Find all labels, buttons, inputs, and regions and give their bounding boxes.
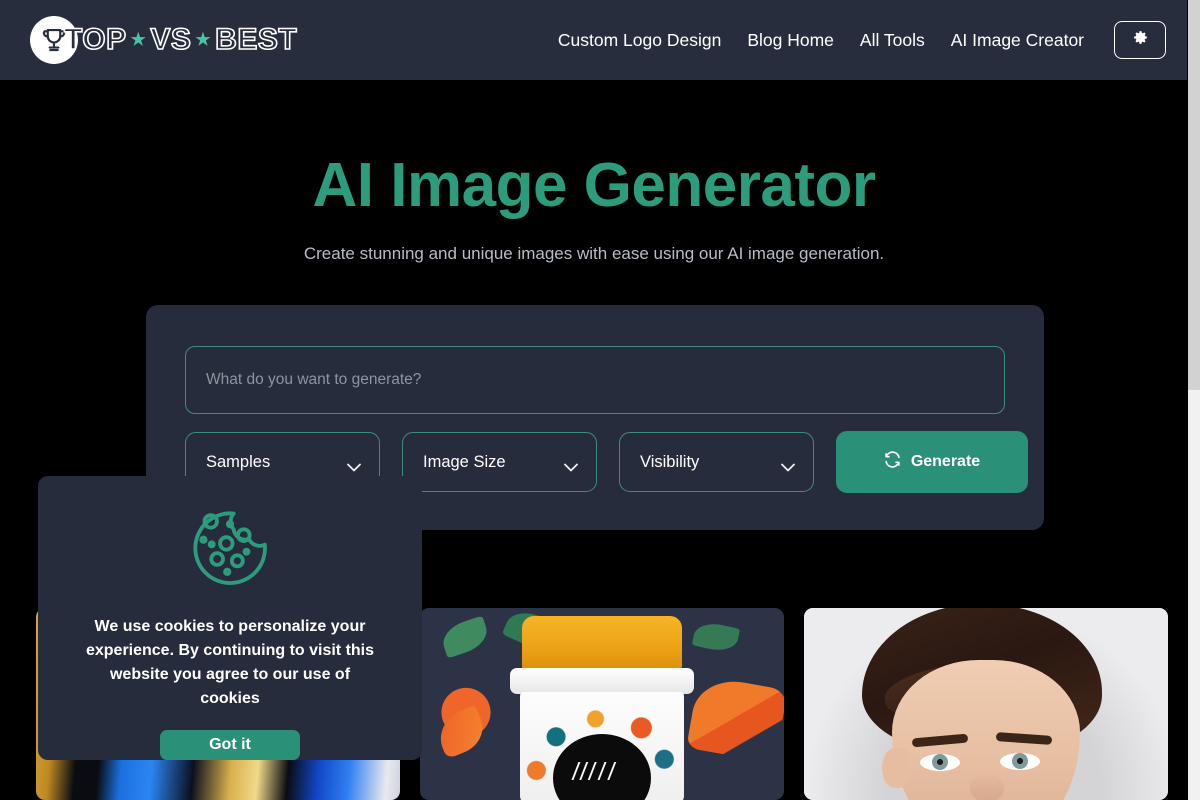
cup-lid	[522, 616, 682, 672]
nav-item-custom-logo-design[interactable]: Custom Logo Design	[558, 30, 721, 51]
prompt-input[interactable]	[185, 346, 1005, 414]
gear-icon	[1131, 28, 1150, 52]
page-subtitle: Create stunning and unique images with e…	[303, 244, 885, 263]
gallery-item[interactable]	[420, 608, 784, 800]
nav-item-blog-home[interactable]: Blog Home	[747, 30, 834, 51]
decorative-leaf	[438, 615, 492, 659]
gallery-item[interactable]	[804, 608, 1168, 800]
cookie-message: We use cookies to personalize your exper…	[85, 618, 375, 707]
cup-rim	[510, 668, 694, 694]
page-root: TOP ★ VS ★ BEST Custom Logo Design Blog …	[0, 0, 1200, 800]
hero-section: AI Image Generator Create stunning and u…	[0, 80, 1188, 264]
cookie-icon	[186, 504, 274, 597]
star-icon-2: ★	[195, 30, 212, 49]
brand-top: TOP	[63, 22, 127, 57]
cookie-consent-banner: We use cookies to personalize your exper…	[38, 476, 422, 760]
settings-button[interactable]	[1114, 21, 1166, 59]
brand-logo[interactable]: TOP ★ VS ★ BEST	[30, 16, 297, 64]
chevron-down-icon	[347, 458, 361, 471]
nav-item-ai-image-creator[interactable]: AI Image Creator	[951, 30, 1084, 51]
portrait-nose	[970, 776, 1004, 800]
portrait-iris	[1012, 753, 1028, 769]
cookie-accept-button[interactable]: Got it	[160, 730, 300, 760]
sync-icon	[884, 451, 901, 473]
samples-dropdown-label: Samples	[206, 452, 271, 471]
brand-best: BEST	[214, 22, 298, 57]
star-icon-1: ★	[130, 30, 147, 49]
chevron-down-icon	[564, 458, 578, 471]
visibility-dropdown-label: Visibility	[640, 452, 700, 471]
portrait-ear	[882, 748, 908, 788]
nav-item-all-tools[interactable]: All Tools	[860, 30, 925, 51]
image-size-dropdown-label: Image Size	[423, 452, 506, 471]
scrollbar-track[interactable]	[1188, 0, 1200, 800]
scrollbar-thumb[interactable]	[1188, 0, 1200, 390]
brand-vs: VS	[150, 22, 192, 57]
page-title: AI Image Generator	[312, 151, 876, 220]
decorative-flower	[424, 686, 494, 752]
chevron-down-icon	[781, 458, 795, 471]
visibility-dropdown[interactable]: Visibility	[619, 432, 814, 492]
image-size-dropdown[interactable]: Image Size	[402, 432, 597, 492]
portrait-iris	[932, 754, 948, 770]
brand-wordmark: TOP ★ VS ★ BEST	[63, 22, 298, 57]
main-navigation: Custom Logo Design Blog Home All Tools A…	[558, 21, 1166, 59]
generate-button[interactable]: Generate	[836, 431, 1028, 493]
generate-button-label: Generate	[910, 453, 981, 470]
site-header: TOP ★ VS ★ BEST Custom Logo Design Blog …	[0, 0, 1188, 80]
